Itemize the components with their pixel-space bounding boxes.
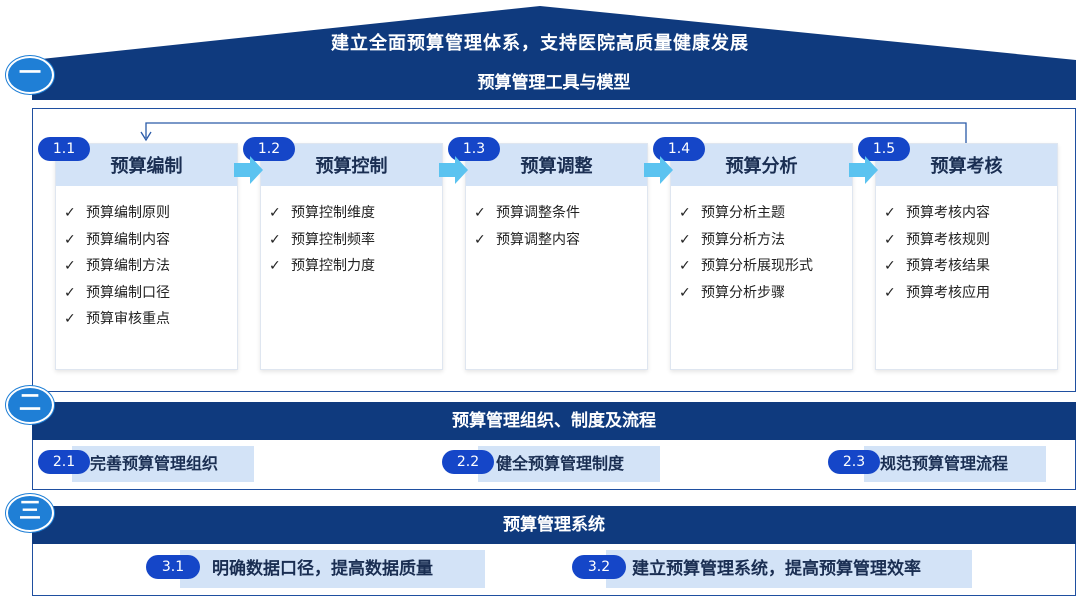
card-items: ✓ 预算调整条件 ✓ 预算调整内容 (474, 200, 580, 253)
check-icon: ✓ (269, 231, 281, 248)
card-1-3: 预算调整 ✓ 预算调整条件 ✓ 预算调整内容 (465, 143, 648, 370)
list-item: ✓ 预算考核规则 (884, 227, 990, 254)
section1-number: 一 (6, 56, 54, 94)
box-label: 建立预算管理系统，提高预算管理效率 (632, 559, 921, 579)
check-icon: ✓ (679, 284, 691, 301)
card-1-1: 预算编制 ✓ 预算编制原则 ✓ 预算编制内容 ✓ 预算编制方法 ✓ 预算编制口径 ✓ 预算… (55, 143, 238, 370)
arrow-right-icon (439, 156, 468, 184)
list-item: ✓ 预算编制方法 (64, 253, 170, 280)
list-item: ✓ 预算控制力度 (269, 253, 375, 280)
check-icon: ✓ (474, 231, 486, 248)
check-icon: ✓ (884, 231, 896, 248)
list-item: ✓ 预算调整条件 (474, 200, 580, 227)
section1-bar: 预算管理工具与模型 (32, 66, 1076, 100)
list-item: ✓ 预算考核结果 (884, 253, 990, 280)
list-item: ✓ 预算控制频率 (269, 227, 375, 254)
section2-number: 二 (6, 386, 54, 424)
check-icon: ✓ (269, 205, 281, 221)
list-item: ✓ 预算调整内容 (474, 227, 580, 254)
card-1-5: 预算考核 ✓ 预算考核内容 ✓ 预算考核规则 ✓ 预算考核结果 ✓ 预算考核应用 (875, 143, 1058, 370)
box-2-3: 规范预算管理流程 (864, 446, 1046, 482)
badge-2-2: 2.2 (442, 450, 494, 474)
section3-number: 三 (6, 494, 54, 532)
list-item: ✓ 预算考核内容 (884, 200, 990, 227)
box-label: 健全预算管理制度 (496, 454, 625, 473)
list-item: ✓ 预算控制维度 (269, 200, 375, 227)
check-icon: ✓ (64, 231, 76, 248)
box-3-2: 建立预算管理系统，提高预算管理效率 (606, 550, 972, 588)
check-icon: ✓ (64, 258, 76, 274)
box-label: 规范预算管理流程 (880, 454, 1009, 473)
check-icon: ✓ (679, 258, 691, 274)
card-1-2: 预算控制 ✓ 预算控制维度 ✓ 预算控制频率 ✓ 预算控制力度 (260, 143, 443, 370)
check-icon: ✓ (269, 258, 281, 274)
list-item: ✓ 预算编制内容 (64, 227, 170, 254)
list-item: ✓ 预算考核应用 (884, 280, 990, 307)
card-1-4: 预算分析 ✓ 预算分析主题 ✓ 预算分析方法 ✓ 预算分析展现形式 ✓ 预算分析步骤 (670, 143, 853, 370)
arrow-right-icon (644, 156, 673, 184)
box-2-2: 健全预算管理制度 (478, 446, 660, 482)
section2-title: 预算管理组织、制度及流程 (452, 411, 656, 431)
badge-3-2: 3.2 (572, 555, 626, 579)
check-icon: ✓ (884, 258, 896, 274)
arrow-right-icon (234, 156, 263, 184)
section2-bar: 预算管理组织、制度及流程 (32, 402, 1076, 440)
main-title: 建立全面预算管理体系，支持医院高质量健康发展 (331, 33, 749, 54)
badge-3-1: 3.1 (146, 555, 200, 579)
badge-2-1: 2.1 (38, 450, 90, 474)
check-icon: ✓ (679, 231, 691, 248)
badge-1-1: 1.1 (38, 137, 90, 161)
card-items: ✓ 预算分析主题 ✓ 预算分析方法 ✓ 预算分析展现形式 ✓ 预算分析步骤 (679, 200, 813, 306)
card-items: ✓ 预算控制维度 ✓ 预算控制频率 ✓ 预算控制力度 (269, 200, 375, 280)
list-item: ✓ 预算分析方法 (679, 227, 813, 254)
list-item: ✓ 预算分析主题 (679, 200, 813, 227)
check-icon: ✓ (884, 284, 896, 301)
list-item: ✓ 预算编制原则 (64, 200, 170, 227)
section3-bar: 预算管理系统 (32, 506, 1076, 544)
box-3-1: 明确数据口径，提高数据质量 (180, 550, 485, 588)
card-items: ✓ 预算编制原则 ✓ 预算编制内容 ✓ 预算编制方法 ✓ 预算编制口径 ✓ 预算审核重点 (64, 200, 170, 333)
section3-title: 预算管理系统 (503, 515, 605, 535)
box-label: 明确数据口径，提高数据质量 (212, 559, 433, 579)
list-item: ✓ 预算编制口径 (64, 280, 170, 307)
check-icon: ✓ (64, 284, 76, 301)
check-icon: ✓ (474, 205, 486, 221)
section1-title: 预算管理工具与模型 (477, 73, 631, 93)
badge-2-3: 2.3 (828, 450, 880, 474)
card-items: ✓ 预算考核内容 ✓ 预算考核规则 ✓ 预算考核结果 ✓ 预算考核应用 (884, 200, 990, 306)
list-item: ✓ 预算审核重点 (64, 306, 170, 333)
check-icon: ✓ (64, 205, 76, 221)
list-item: ✓ 预算分析步骤 (679, 280, 813, 307)
check-icon: ✓ (679, 205, 691, 221)
list-item: ✓ 预算分析展现形式 (679, 253, 813, 280)
box-2-1: 完善预算管理组织 (72, 446, 254, 482)
check-icon: ✓ (64, 311, 76, 327)
check-icon: ✓ (884, 205, 896, 221)
arrow-right-icon (849, 156, 878, 184)
box-label: 完善预算管理组织 (90, 454, 219, 473)
